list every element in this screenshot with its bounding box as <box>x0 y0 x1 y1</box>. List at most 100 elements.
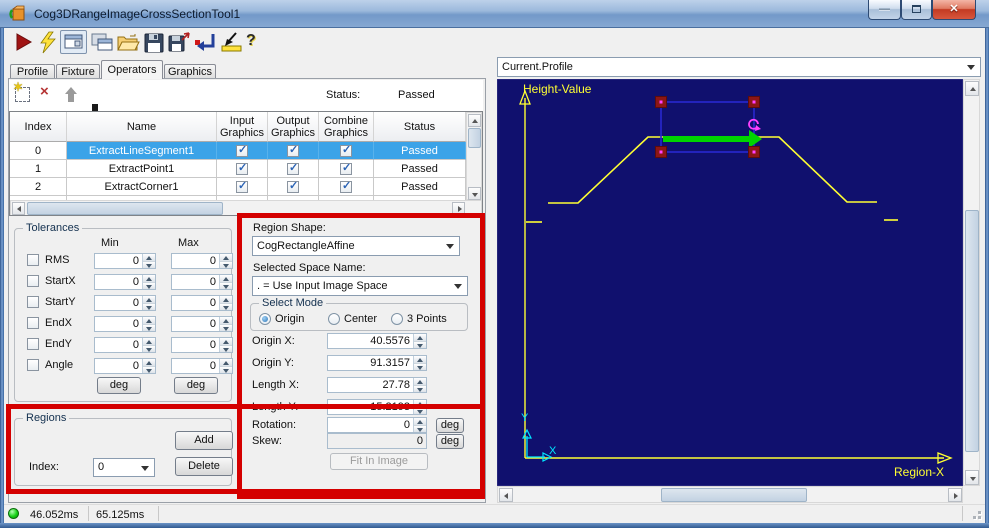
combine-graphics-checkbox[interactable] <box>340 163 352 175</box>
spin-down-icon[interactable] <box>220 262 232 269</box>
spin-up-icon[interactable] <box>414 378 426 386</box>
minimize-button[interactable]: — <box>868 0 901 20</box>
spin-down-icon[interactable] <box>143 346 155 353</box>
tolerance-checkbox-endy[interactable] <box>27 338 39 350</box>
spin-down-icon[interactable] <box>143 304 155 311</box>
float-window-icon[interactable] <box>90 31 114 55</box>
spin-up-icon[interactable] <box>414 400 426 408</box>
tolerance-max-angle[interactable]: 0 <box>171 358 233 374</box>
combine-graphics-checkbox[interactable] <box>340 145 352 157</box>
operators-hscrollbar[interactable] <box>10 200 482 216</box>
tolerance-min-startx[interactable]: 0 <box>94 274 156 290</box>
spin-up-icon[interactable] <box>220 254 232 262</box>
input-graphics-checkbox[interactable] <box>236 163 248 175</box>
spin-up-icon[interactable] <box>143 254 155 262</box>
delete-operator-icon[interactable]: × <box>40 83 49 100</box>
field-input-origin-y[interactable]: 91.3157 <box>327 355 427 371</box>
title-bar[interactable]: Cog3DRangeImageCrossSectionTool1 — ✕ <box>0 0 989 28</box>
spin-down-icon[interactable] <box>220 283 232 290</box>
probe-icon[interactable] <box>220 31 244 55</box>
spin-up-icon[interactable] <box>220 317 232 325</box>
deg-button-skew[interactable]: deg <box>436 434 464 449</box>
field-input-rotation[interactable]: 0 <box>327 417 427 433</box>
spin-up-icon[interactable] <box>143 338 155 346</box>
spin-up-icon[interactable] <box>414 418 426 426</box>
add-operator-icon[interactable]: ✶ <box>15 87 30 102</box>
tolerance-checkbox-endx[interactable] <box>27 317 39 329</box>
output-graphics-checkbox[interactable] <box>287 181 299 193</box>
input-graphics-checkbox[interactable] <box>236 181 248 193</box>
tolerance-min-angle[interactable]: 0 <box>94 358 156 374</box>
tolerance-max-starty[interactable]: 0 <box>171 295 233 311</box>
show-controls-button[interactable] <box>60 30 87 54</box>
spin-down-icon[interactable] <box>143 283 155 290</box>
chart-hscrollbar[interactable] <box>497 486 963 503</box>
field-input-length-x[interactable]: 27.78 <box>327 377 427 393</box>
region-index-combo[interactable]: 0 <box>93 458 155 477</box>
spin-down-icon[interactable] <box>220 367 232 374</box>
spin-up-icon[interactable] <box>143 275 155 283</box>
tolerance-min-rms[interactable]: 0 <box>94 253 156 269</box>
table-row[interactable]: 1ExtractPoint1Passed <box>10 160 466 178</box>
spin-down-icon[interactable] <box>414 408 426 415</box>
tolerance-checkbox-starty[interactable] <box>27 296 39 308</box>
spin-down-icon[interactable] <box>414 364 426 371</box>
reset-icon[interactable] <box>193 31 217 55</box>
spin-down-icon[interactable] <box>143 262 155 269</box>
spin-up-icon[interactable] <box>143 296 155 304</box>
tab-operators[interactable]: Operators <box>101 60 163 79</box>
field-input-skew[interactable]: 0 <box>327 433 427 449</box>
spin-down-icon[interactable] <box>414 426 426 433</box>
spin-up-icon[interactable] <box>143 359 155 367</box>
column-header-combine-graphics[interactable]: Combine Graphics <box>319 112 374 142</box>
open-file-icon[interactable] <box>116 31 140 55</box>
close-button[interactable]: ✕ <box>932 0 976 20</box>
table-row[interactable]: 2ExtractCorner1Passed <box>10 178 466 196</box>
spin-up-icon[interactable] <box>220 338 232 346</box>
output-graphics-checkbox[interactable] <box>287 163 299 175</box>
spin-down-icon[interactable] <box>414 342 426 349</box>
region-shape-combo[interactable]: CogRectangleAffine <box>252 236 460 256</box>
spin-down-icon[interactable] <box>220 346 232 353</box>
radio-3points[interactable] <box>391 313 403 325</box>
help-icon[interactable]: ? <box>246 32 256 50</box>
add-region-button[interactable]: Add <box>175 431 233 450</box>
tolerance-checkbox-rms[interactable] <box>27 254 39 266</box>
spin-down-icon[interactable] <box>414 386 426 393</box>
column-header-name[interactable]: Name <box>67 112 217 142</box>
tolerance-max-deg-button[interactable]: deg <box>174 377 218 394</box>
spin-up-icon[interactable] <box>414 334 426 342</box>
tab-fixture[interactable]: Fixture <box>56 64 100 79</box>
tolerance-checkbox-angle[interactable] <box>27 359 39 371</box>
table-row[interactable]: 0ExtractLineSegment1Passed <box>10 142 466 160</box>
field-input-length-y[interactable]: 15.2193 <box>327 399 427 415</box>
save-as-icon[interactable] <box>167 31 191 55</box>
operators-vscrollbar[interactable] <box>466 112 482 200</box>
tolerance-max-startx[interactable]: 0 <box>171 274 233 290</box>
run-icon[interactable] <box>12 31 36 55</box>
profile-chart[interactable]: Height-ValueRegion-XYX <box>497 79 963 486</box>
spin-up-icon[interactable] <box>220 359 232 367</box>
spin-down-icon[interactable] <box>220 325 232 332</box>
spin-up-icon[interactable] <box>143 317 155 325</box>
tab-graphics[interactable]: Graphics <box>164 64 216 79</box>
column-header-input-graphics[interactable]: Input Graphics <box>217 112 268 142</box>
output-graphics-checkbox[interactable] <box>287 145 299 157</box>
space-name-combo[interactable]: . = Use Input Image Space <box>252 276 468 296</box>
move-up-icon[interactable] <box>64 87 78 103</box>
deg-button-rotation[interactable]: deg <box>436 418 464 433</box>
radio-origin[interactable] <box>259 313 271 325</box>
column-header-status[interactable]: Status <box>374 112 466 142</box>
radio-center[interactable] <box>328 313 340 325</box>
column-header-output-graphics[interactable]: Output Graphics <box>268 112 319 142</box>
resize-grip[interactable] <box>969 507 983 521</box>
chart-vscrollbar[interactable] <box>963 79 980 486</box>
tolerance-min-endy[interactable]: 0 <box>94 337 156 353</box>
tolerance-min-deg-button[interactable]: deg <box>97 377 141 394</box>
record-selector-combo[interactable]: Current.Profile <box>497 57 981 77</box>
delete-region-button[interactable]: Delete <box>175 457 233 476</box>
spin-up-icon[interactable] <box>414 356 426 364</box>
tolerance-checkbox-startx[interactable] <box>27 275 39 287</box>
combine-graphics-checkbox[interactable] <box>340 181 352 193</box>
field-input-origin-x[interactable]: 40.5576 <box>327 333 427 349</box>
